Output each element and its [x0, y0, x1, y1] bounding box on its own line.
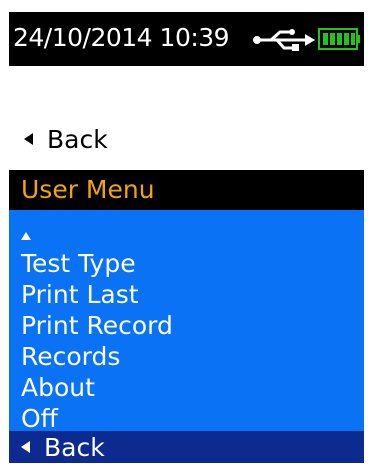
- selected-back-label: Back: [44, 432, 105, 462]
- menu-item-test-type[interactable]: Test Type: [21, 248, 136, 279]
- menu-item-print-last[interactable]: Print Last: [21, 279, 139, 310]
- menu-list: Test Type Print Last Print Record Record…: [9, 210, 364, 434]
- status-datetime: 24/10/2014 10:39: [13, 23, 230, 52]
- usb-icon: [253, 29, 315, 51]
- triangle-up-icon[interactable]: [21, 232, 31, 240]
- triangle-left-icon: [24, 133, 33, 145]
- back-button-label: Back: [47, 124, 108, 154]
- status-bar: 24/10/2014 10:39: [9, 12, 364, 66]
- menu-header: User Menu: [9, 170, 364, 210]
- selected-back-button[interactable]: Back: [9, 431, 364, 463]
- menu-item-off[interactable]: Off: [21, 403, 58, 434]
- selected-back-content: Back: [21, 431, 105, 463]
- device-frame: 24/10/2014 10:39 Back User Menu Test Typ…: [0, 0, 372, 467]
- battery-full-icon: [318, 28, 360, 50]
- menu-item-about[interactable]: About: [21, 372, 95, 403]
- device-screen: 24/10/2014 10:39 Back User Menu Test Typ…: [9, 12, 364, 463]
- triangle-left-icon: [21, 441, 30, 453]
- menu-item-records[interactable]: Records: [21, 341, 120, 372]
- back-button[interactable]: Back: [24, 122, 108, 156]
- menu-item-print-record[interactable]: Print Record: [21, 310, 173, 341]
- menu-title: User Menu: [21, 175, 155, 204]
